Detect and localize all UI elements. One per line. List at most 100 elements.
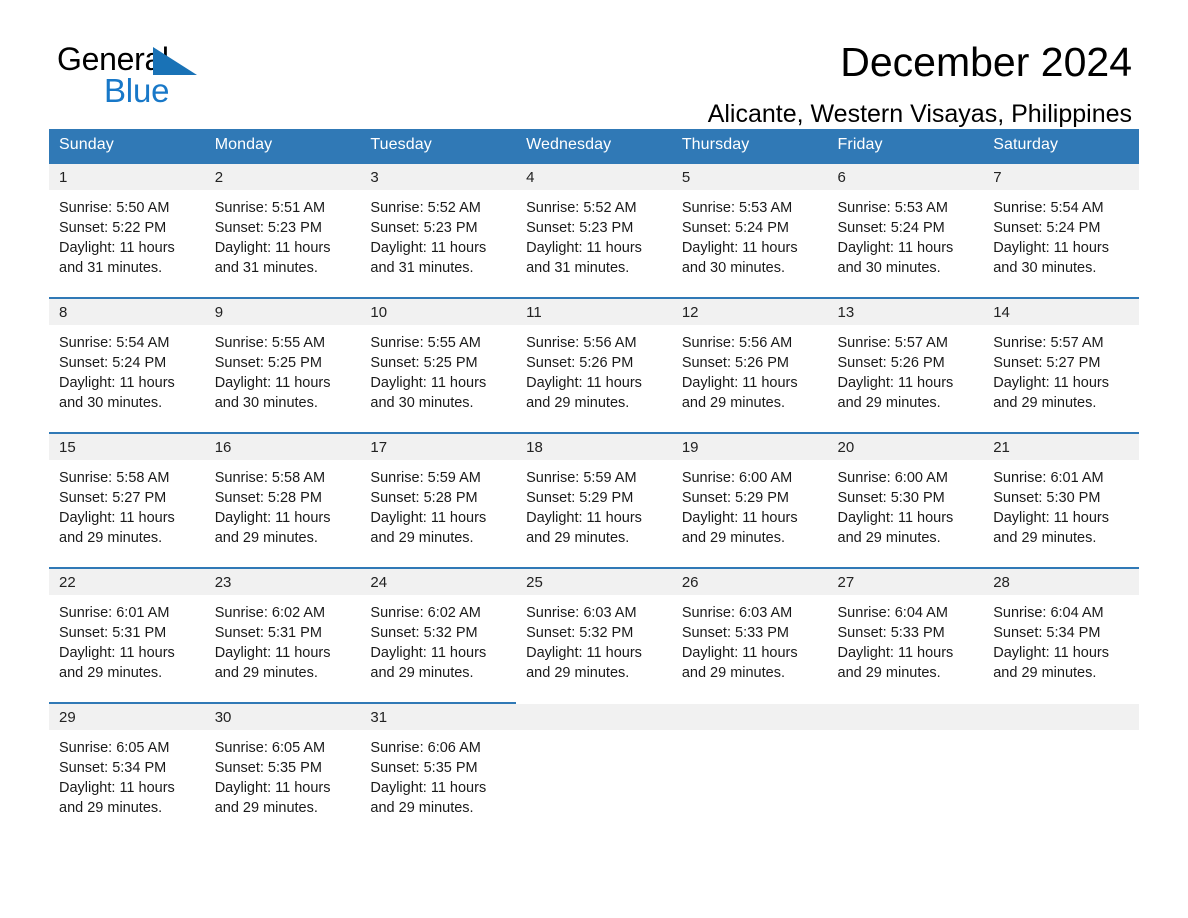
calendar-day-cell[interactable]: 20 Sunrise: 6:00 AM Sunset: 5:30 PM Dayl…: [827, 432, 984, 568]
day-info: Sunrise: 5:58 AM Sunset: 5:28 PM Dayligh…: [205, 460, 361, 548]
day-info: Sunrise: 5:57 AM Sunset: 5:27 PM Dayligh…: [983, 325, 1139, 413]
calendar-day-cell[interactable]: 14 Sunrise: 5:57 AM Sunset: 5:27 PM Dayl…: [983, 297, 1139, 433]
weekday-header-thursday: Thursday: [671, 129, 828, 163]
calendar-day-cell[interactable]: 26 Sunrise: 6:03 AM Sunset: 5:33 PM Dayl…: [671, 567, 828, 703]
sunrise-text: Sunrise: 5:53 AM: [681, 200, 793, 216]
day-info: Sunrise: 5:55 AM Sunset: 5:25 PM Dayligh…: [360, 325, 516, 413]
sunset-text: Sunset: 5:28 PM: [214, 490, 322, 506]
daylight-text-line2: and 30 minutes.: [214, 395, 318, 411]
calendar-day-cell[interactable]: 11 Sunrise: 5:56 AM Sunset: 5:26 PM Dayl…: [516, 297, 672, 433]
day-info: Sunrise: 6:01 AM Sunset: 5:30 PM Dayligh…: [983, 460, 1139, 548]
day-number: 28: [983, 569, 1139, 595]
day-number: 29: [49, 704, 205, 730]
calendar-day-cell[interactable]: 21 Sunrise: 6:01 AM Sunset: 5:30 PM Dayl…: [983, 432, 1139, 568]
day-number: 4: [516, 164, 672, 190]
daylight-text-line1: Daylight: 11 hours: [526, 510, 642, 526]
calendar-day-cell-empty: [827, 702, 984, 838]
calendar-day-cell[interactable]: 28 Sunrise: 6:04 AM Sunset: 5:34 PM Dayl…: [983, 567, 1139, 703]
day-info: Sunrise: 6:03 AM Sunset: 5:32 PM Dayligh…: [516, 595, 672, 683]
weekday-header-tuesday: Tuesday: [360, 129, 517, 163]
daylight-text-line1: Daylight: 11 hours: [993, 240, 1110, 256]
daylight-text-line2: and 29 minutes.: [214, 665, 318, 681]
daylight-text-line2: and 29 minutes.: [59, 530, 163, 546]
calendar-day-cell[interactable]: 18 Sunrise: 5:59 AM Sunset: 5:29 PM Dayl…: [516, 432, 672, 568]
sunset-text: Sunset: 5:25 PM: [214, 355, 322, 371]
logo-blue-text: Blue: [104, 72, 170, 109]
sunset-text: Sunset: 5:26 PM: [837, 355, 945, 371]
calendar-day-cell[interactable]: 17 Sunrise: 5:59 AM Sunset: 5:28 PM Dayl…: [360, 432, 517, 568]
day-number: 5: [671, 164, 828, 190]
sunset-text: Sunset: 5:24 PM: [59, 355, 167, 371]
daylight-text-line1: Daylight: 11 hours: [214, 645, 331, 661]
calendar-day-cell[interactable]: 23 Sunrise: 6:02 AM Sunset: 5:31 PM Dayl…: [204, 567, 361, 703]
daylight-text-line2: and 29 minutes.: [59, 800, 163, 816]
daylight-text-line2: and 29 minutes.: [370, 530, 474, 546]
weekday-header-friday: Friday: [827, 129, 984, 163]
calendar-day-cell[interactable]: 27 Sunrise: 6:04 AM Sunset: 5:33 PM Dayl…: [827, 567, 984, 703]
calendar-day-cell[interactable]: 4 Sunrise: 5:52 AM Sunset: 5:23 PM Dayli…: [516, 162, 672, 298]
day-info: Sunrise: 5:53 AM Sunset: 5:24 PM Dayligh…: [828, 190, 984, 278]
calendar-day-cell[interactable]: 31 Sunrise: 6:06 AM Sunset: 5:35 PM Dayl…: [360, 702, 517, 838]
calendar-day-cell[interactable]: 6 Sunrise: 5:53 AM Sunset: 5:24 PM Dayli…: [827, 162, 984, 298]
calendar-day-cell[interactable]: 24 Sunrise: 6:02 AM Sunset: 5:32 PM Dayl…: [360, 567, 517, 703]
calendar-day-cell[interactable]: 10 Sunrise: 5:55 AM Sunset: 5:25 PM Dayl…: [360, 297, 517, 433]
calendar-day-cell[interactable]: 16 Sunrise: 5:58 AM Sunset: 5:28 PM Dayl…: [204, 432, 361, 568]
daylight-text-line1: Daylight: 11 hours: [59, 375, 175, 391]
sunset-text: Sunset: 5:33 PM: [837, 625, 945, 641]
calendar-day-cell[interactable]: 12 Sunrise: 5:56 AM Sunset: 5:26 PM Dayl…: [671, 297, 828, 433]
daylight-text-line2: and 29 minutes.: [837, 665, 941, 681]
calendar-day-cell[interactable]: 25 Sunrise: 6:03 AM Sunset: 5:32 PM Dayl…: [516, 567, 672, 703]
day-info: Sunrise: 6:02 AM Sunset: 5:32 PM Dayligh…: [360, 595, 516, 683]
calendar-day-cell[interactable]: 1 Sunrise: 5:50 AM Sunset: 5:22 PM Dayli…: [49, 162, 205, 298]
sunrise-text: Sunrise: 5:55 AM: [370, 335, 481, 351]
calendar-day-cell[interactable]: 29 Sunrise: 6:05 AM Sunset: 5:34 PM Dayl…: [49, 702, 205, 838]
calendar-day-cell[interactable]: 22 Sunrise: 6:01 AM Sunset: 5:31 PM Dayl…: [49, 567, 205, 703]
sunrise-text: Sunrise: 5:57 AM: [837, 335, 948, 351]
calendar-day-cell[interactable]: 9 Sunrise: 5:55 AM Sunset: 5:25 PM Dayli…: [204, 297, 361, 433]
sunset-text: Sunset: 5:24 PM: [837, 220, 945, 236]
calendar-week-row: 1 Sunrise: 5:50 AM Sunset: 5:22 PM Dayli…: [49, 162, 1139, 298]
day-number: 16: [204, 434, 361, 460]
day-info: Sunrise: 6:04 AM Sunset: 5:34 PM Dayligh…: [983, 595, 1139, 683]
sunrise-text: Sunrise: 6:00 AM: [837, 470, 948, 486]
day-number: 7: [983, 164, 1139, 190]
calendar-day-cell[interactable]: 13 Sunrise: 5:57 AM Sunset: 5:26 PM Dayl…: [827, 297, 984, 433]
calendar-day-cell[interactable]: 7 Sunrise: 5:54 AM Sunset: 5:24 PM Dayli…: [983, 162, 1139, 298]
sunset-text: Sunset: 5:29 PM: [526, 490, 634, 506]
calendar-day-cell[interactable]: 15 Sunrise: 5:58 AM Sunset: 5:27 PM Dayl…: [49, 432, 205, 568]
sunrise-text: Sunrise: 5:51 AM: [214, 200, 326, 216]
sunrise-text: Sunrise: 6:02 AM: [214, 605, 326, 621]
calendar-day-cell[interactable]: 8 Sunrise: 5:54 AM Sunset: 5:24 PM Dayli…: [49, 297, 205, 433]
calendar-day-cell[interactable]: 30 Sunrise: 6:05 AM Sunset: 5:35 PM Dayl…: [204, 702, 361, 838]
daylight-text-line1: Daylight: 11 hours: [837, 645, 954, 661]
daylight-text-line1: Daylight: 11 hours: [214, 780, 331, 796]
sunset-text: Sunset: 5:27 PM: [59, 490, 167, 506]
daylight-text-line1: Daylight: 11 hours: [837, 240, 954, 256]
calendar-day-cell[interactable]: 2 Sunrise: 5:51 AM Sunset: 5:23 PM Dayli…: [204, 162, 361, 298]
daylight-text-line1: Daylight: 11 hours: [59, 240, 175, 256]
logo-general-text: General: [57, 41, 169, 77]
daylight-text-line1: Daylight: 11 hours: [993, 510, 1110, 526]
calendar-day-cell[interactable]: 5 Sunrise: 5:53 AM Sunset: 5:24 PM Dayli…: [671, 162, 828, 298]
sunrise-text: Sunrise: 6:05 AM: [214, 740, 326, 756]
day-number: 20: [827, 434, 984, 460]
sunrise-text: Sunrise: 5:56 AM: [681, 335, 793, 351]
sunset-text: Sunset: 5:24 PM: [681, 220, 790, 236]
daylight-text-line1: Daylight: 11 hours: [214, 375, 331, 391]
day-info: Sunrise: 5:51 AM Sunset: 5:23 PM Dayligh…: [205, 190, 361, 278]
calendar-day-cell[interactable]: 19 Sunrise: 6:00 AM Sunset: 5:29 PM Dayl…: [671, 432, 828, 568]
calendar-day-cell[interactable]: 3 Sunrise: 5:52 AM Sunset: 5:23 PM Dayli…: [360, 162, 517, 298]
weekday-header-sunday: Sunday: [49, 129, 205, 163]
day-number: 18: [516, 434, 672, 460]
day-number: 1: [49, 164, 205, 190]
day-number: [983, 704, 1139, 730]
daylight-text-line1: Daylight: 11 hours: [681, 510, 798, 526]
sunrise-text: Sunrise: 5:55 AM: [214, 335, 326, 351]
sunrise-text: Sunrise: 5:54 AM: [59, 335, 170, 351]
day-number: 10: [360, 299, 517, 325]
daylight-text-line2: and 30 minutes.: [993, 260, 1097, 276]
daylight-text-line1: Daylight: 11 hours: [59, 510, 175, 526]
daylight-text-line2: and 30 minutes.: [837, 260, 941, 276]
day-number: [516, 704, 672, 730]
daylight-text-line2: and 29 minutes.: [993, 395, 1097, 411]
